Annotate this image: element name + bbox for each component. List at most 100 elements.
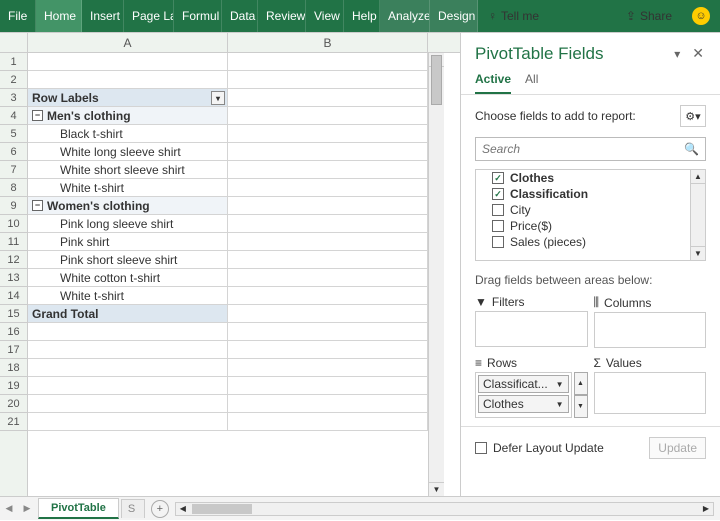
row-header[interactable]: 21	[0, 413, 27, 431]
pivot-item[interactable]: White t-shirt	[28, 287, 228, 305]
row-header[interactable]: 13	[0, 269, 27, 287]
row-header[interactable]: 7	[0, 161, 27, 179]
tell-me[interactable]: ♀ Tell me	[478, 9, 549, 23]
scroll-left-icon[interactable]: ◀	[176, 503, 190, 515]
pane-tab-active[interactable]: Active	[475, 68, 511, 94]
pivot-item[interactable]: White cotton t-shirt	[28, 269, 228, 287]
checkbox-icon[interactable]	[492, 204, 504, 216]
pane-tab-all[interactable]: All	[525, 68, 538, 94]
row-header[interactable]: 17	[0, 341, 27, 359]
checkbox-checked-icon[interactable]: ✓	[492, 172, 504, 184]
cells-grid[interactable]: Row Labels▾ −Men's clothing Black t-shir…	[28, 53, 428, 496]
row-header[interactable]: 6	[0, 143, 27, 161]
row-pill-classification[interactable]: Classificat...▼	[478, 375, 569, 393]
tab-home[interactable]: Home	[36, 0, 82, 32]
scroll-thumb[interactable]	[192, 504, 252, 514]
tab-data[interactable]: Data	[222, 0, 258, 32]
column-header-a[interactable]: A	[28, 33, 228, 52]
columns-dropzone[interactable]	[594, 312, 707, 348]
checkbox-icon[interactable]	[492, 220, 504, 232]
pivot-item[interactable]: Pink long sleeve shirt	[28, 215, 228, 233]
spin-up-icon[interactable]: ▲	[574, 372, 588, 395]
scroll-up-icon[interactable]: ▲	[691, 170, 705, 184]
sheet-tab-other[interactable]: S	[121, 499, 145, 518]
search-field[interactable]: 🔍	[475, 137, 706, 161]
scroll-down-icon[interactable]: ▼	[429, 482, 444, 496]
field-city[interactable]: City	[476, 202, 705, 218]
pivot-item[interactable]: White long sleeve shirt	[28, 143, 228, 161]
pivot-item[interactable]: Black t-shirt	[28, 125, 228, 143]
column-header-b[interactable]: B	[228, 33, 428, 52]
gear-icon[interactable]: ⚙▾	[680, 105, 706, 127]
spin-down-icon[interactable]: ▼	[574, 395, 588, 418]
collapse-icon[interactable]: −	[32, 110, 43, 121]
pivot-group-mens[interactable]: −Men's clothing	[28, 107, 228, 125]
row-header[interactable]: 16	[0, 323, 27, 341]
pivot-item[interactable]: Pink shirt	[28, 233, 228, 251]
checkbox-checked-icon[interactable]: ✓	[492, 188, 504, 200]
scroll-down-icon[interactable]: ▼	[691, 246, 705, 260]
vertical-scrollbar[interactable]: ▲ ▼	[428, 53, 444, 496]
pane-menu-icon[interactable]: ▾	[666, 47, 688, 61]
sheet-nav-prev[interactable]: ◀	[0, 500, 18, 518]
collapse-icon[interactable]: −	[32, 200, 43, 211]
row-header[interactable]: 20	[0, 395, 27, 413]
row-header[interactable]: 18	[0, 359, 27, 377]
filter-dropdown-button[interactable]: ▾	[211, 91, 225, 105]
row-header[interactable]: 11	[0, 233, 27, 251]
pivot-row-labels-header[interactable]: Row Labels▾	[28, 89, 228, 107]
tab-view[interactable]: View	[306, 0, 344, 32]
scroll-right-icon[interactable]: ▶	[699, 503, 713, 515]
row-header[interactable]: 10	[0, 215, 27, 233]
row-header[interactable]: 9	[0, 197, 27, 215]
row-header[interactable]: 14	[0, 287, 27, 305]
horizontal-scrollbar[interactable]: ◀ ▶	[175, 502, 714, 516]
pivot-item[interactable]: Pink short sleeve shirt	[28, 251, 228, 269]
field-clothes[interactable]: ✓Clothes	[476, 170, 705, 186]
pivot-group-womens[interactable]: −Women's clothing	[28, 197, 228, 215]
values-dropzone[interactable]	[594, 372, 707, 414]
tab-review[interactable]: Review	[258, 0, 306, 32]
fields-scrollbar[interactable]: ▲ ▼	[690, 170, 705, 260]
tab-formulas[interactable]: Formul	[174, 0, 222, 32]
sheet-nav-next[interactable]: ▶	[18, 500, 36, 518]
chevron-down-icon[interactable]: ▼	[553, 400, 564, 409]
field-classification[interactable]: ✓Classification	[476, 186, 705, 202]
tab-file[interactable]: File	[0, 0, 36, 32]
row-header[interactable]: 8	[0, 179, 27, 197]
field-sales[interactable]: Sales (pieces)	[476, 234, 705, 250]
pivot-item[interactable]: White short sleeve shirt	[28, 161, 228, 179]
rows-dropzone[interactable]: Classificat...▼ Clothes▼	[475, 372, 572, 418]
tab-page-layout[interactable]: Page La	[124, 0, 174, 32]
update-button[interactable]: Update	[649, 437, 706, 459]
tab-analyze[interactable]: Analyze	[380, 0, 430, 32]
search-input[interactable]	[476, 142, 678, 156]
select-all-corner[interactable]	[0, 33, 28, 52]
row-header[interactable]: 4	[0, 107, 27, 125]
row-header[interactable]: 5	[0, 125, 27, 143]
row-header[interactable]: 2	[0, 71, 27, 89]
row-header[interactable]: 19	[0, 377, 27, 395]
row-pill-clothes[interactable]: Clothes▼	[478, 395, 569, 413]
row-header[interactable]: 12	[0, 251, 27, 269]
scroll-thumb[interactable]	[431, 55, 442, 105]
reorder-spinner[interactable]: ▲▼	[574, 372, 588, 418]
share-button[interactable]: ⇪ Share	[616, 9, 682, 23]
row-header[interactable]: 15	[0, 305, 27, 323]
row-header[interactable]: 1	[0, 53, 27, 71]
sheet-tab-pivottable[interactable]: PivotTable	[38, 498, 119, 519]
defer-checkbox[interactable]	[475, 442, 487, 454]
feedback-button[interactable]: ☺	[682, 7, 720, 25]
tab-insert[interactable]: Insert	[82, 0, 124, 32]
field-price[interactable]: Price($)	[476, 218, 705, 234]
pivot-item[interactable]: White t-shirt	[28, 179, 228, 197]
pivot-grand-total[interactable]: Grand Total	[28, 305, 228, 323]
tab-help[interactable]: Help	[344, 0, 380, 32]
row-header[interactable]: 3	[0, 89, 27, 107]
close-icon[interactable]: ✕	[688, 43, 708, 64]
filters-dropzone[interactable]	[475, 311, 588, 347]
checkbox-icon[interactable]	[492, 236, 504, 248]
chevron-down-icon[interactable]: ▼	[553, 380, 564, 389]
add-sheet-button[interactable]: +	[151, 500, 169, 518]
tab-design[interactable]: Design	[430, 0, 478, 32]
